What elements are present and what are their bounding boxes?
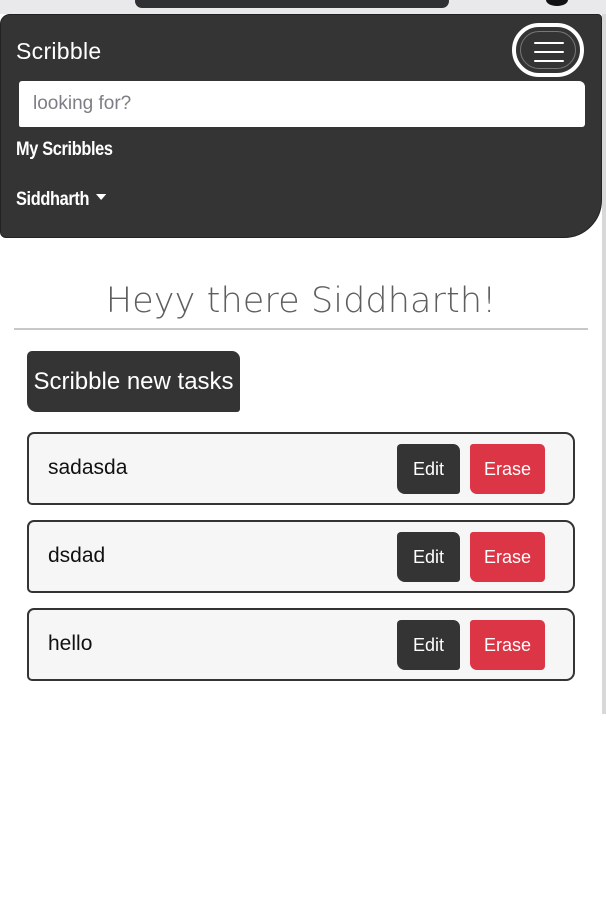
new-task-button[interactable]: Scribble new tasks	[27, 351, 240, 412]
task-card: sadasda Edit Erase	[27, 432, 575, 505]
browser-chrome	[0, 0, 606, 14]
hamburger-icon	[534, 42, 564, 62]
navbar: Scribble My Scribbles Siddharth	[0, 14, 602, 238]
task-list: sadasda Edit Erase dsdad Edit Erase hell…	[27, 432, 575, 696]
search-input[interactable]	[19, 81, 585, 127]
task-card: hello Edit Erase	[27, 608, 575, 681]
edit-task-button[interactable]: Edit	[397, 444, 460, 494]
brand-logo[interactable]: Scribble	[16, 38, 102, 65]
user-dropdown-toggle[interactable]: Siddharth	[16, 189, 107, 211]
menu-toggle-button[interactable]	[512, 23, 584, 77]
erase-task-button[interactable]: Erase	[470, 620, 545, 670]
browser-profile-icon[interactable]	[546, 0, 568, 6]
task-title: dsdad	[48, 544, 106, 567]
user-name-label: Siddharth	[16, 189, 90, 210]
divider	[14, 328, 588, 330]
erase-task-button[interactable]: Erase	[470, 444, 545, 494]
address-bar[interactable]	[135, 0, 449, 8]
edit-task-button[interactable]: Edit	[397, 620, 460, 670]
nav-my-scribbles-label: My Scribbles	[16, 139, 113, 160]
task-title: sadasda	[48, 456, 128, 479]
scrollbar[interactable]	[602, 14, 606, 714]
edit-task-button[interactable]: Edit	[397, 532, 460, 582]
page-greeting: Heyy there Siddharth!	[105, 281, 497, 322]
task-card: dsdad Edit Erase	[27, 520, 575, 593]
task-title: hello	[48, 632, 93, 655]
caret-down-icon	[96, 193, 107, 200]
nav-my-scribbles-link[interactable]: My Scribbles	[16, 139, 113, 161]
erase-task-button[interactable]: Erase	[470, 532, 545, 582]
